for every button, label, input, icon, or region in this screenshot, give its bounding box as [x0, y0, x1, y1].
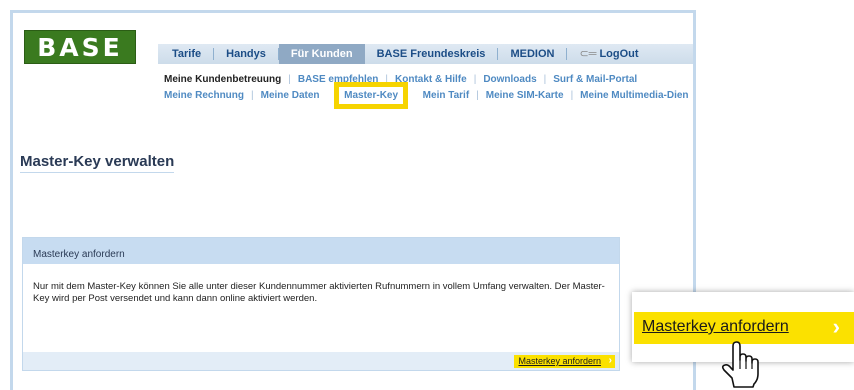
masterkey-anfordern-button[interactable]: Masterkey anfordern ›	[514, 355, 615, 368]
masterkey-anfordern-label: Masterkey anfordern	[518, 356, 601, 366]
masterkey-panel: Masterkey anfordern Nur mit dem Master-K…	[22, 237, 620, 371]
nav-tarife[interactable]: Tarife	[158, 48, 215, 60]
subnav-row-2: Meine Rechnung | Meine Daten | Master-Ke…	[164, 82, 689, 109]
subnav-downloads[interactable]: Downloads	[483, 74, 536, 85]
subnav-master-key[interactable]: Master-Key	[334, 82, 409, 109]
nav-fuer-kunden[interactable]: Für Kunden	[278, 44, 365, 64]
subnav-mein-tarif[interactable]: Mein Tarif	[423, 90, 469, 101]
panel-description: Nur mit dem Master-Key können Sie alle u…	[33, 281, 605, 304]
separator: |	[251, 90, 254, 101]
separator: |	[543, 74, 547, 85]
panel-footer: Masterkey anfordern ›	[23, 352, 619, 370]
chevron-right-icon: ›	[608, 355, 612, 366]
subnav-meine-rechnung[interactable]: Meine Rechnung	[164, 90, 244, 101]
panel-header: Masterkey anfordern	[23, 238, 619, 264]
logo-text: BASE	[37, 32, 123, 62]
subnav-meine-multimedia[interactable]: Meine Multimedia-Dien	[580, 90, 688, 101]
chevron-right-icon: ›	[832, 314, 840, 339]
top-navigation: Tarife Handys Für Kunden BASE Freundeskr…	[158, 44, 693, 64]
subnav-meine-sim-karte[interactable]: Meine SIM-Karte	[486, 90, 564, 101]
separator: |	[473, 74, 477, 85]
page-title: Master-Key verwalten	[20, 153, 175, 173]
nav-logout[interactable]: ⊂═ LogOut	[567, 48, 650, 60]
hand-pointer-icon	[721, 341, 759, 388]
nav-handys[interactable]: Handys	[214, 48, 279, 60]
key-icon: ⊂═	[579, 48, 597, 60]
separator: |	[570, 90, 574, 101]
base-logo[interactable]: BASE	[24, 30, 136, 64]
separator: |	[476, 90, 479, 101]
subnav-meine-kundenbetreuung[interactable]: Meine Kundenbetreuung	[164, 74, 281, 85]
subnav-surf-mail-portal[interactable]: Surf & Mail-Portal	[553, 74, 637, 85]
nav-base-freundeskreis[interactable]: BASE Freundeskreis	[365, 48, 499, 60]
masterkey-anfordern-label-zoomed: Masterkey anfordern	[642, 318, 789, 335]
subnav-meine-daten[interactable]: Meine Daten	[261, 90, 320, 101]
nav-logout-label: LogOut	[599, 48, 639, 60]
nav-medion[interactable]: MEDION	[498, 48, 568, 60]
separator: |	[288, 74, 291, 85]
